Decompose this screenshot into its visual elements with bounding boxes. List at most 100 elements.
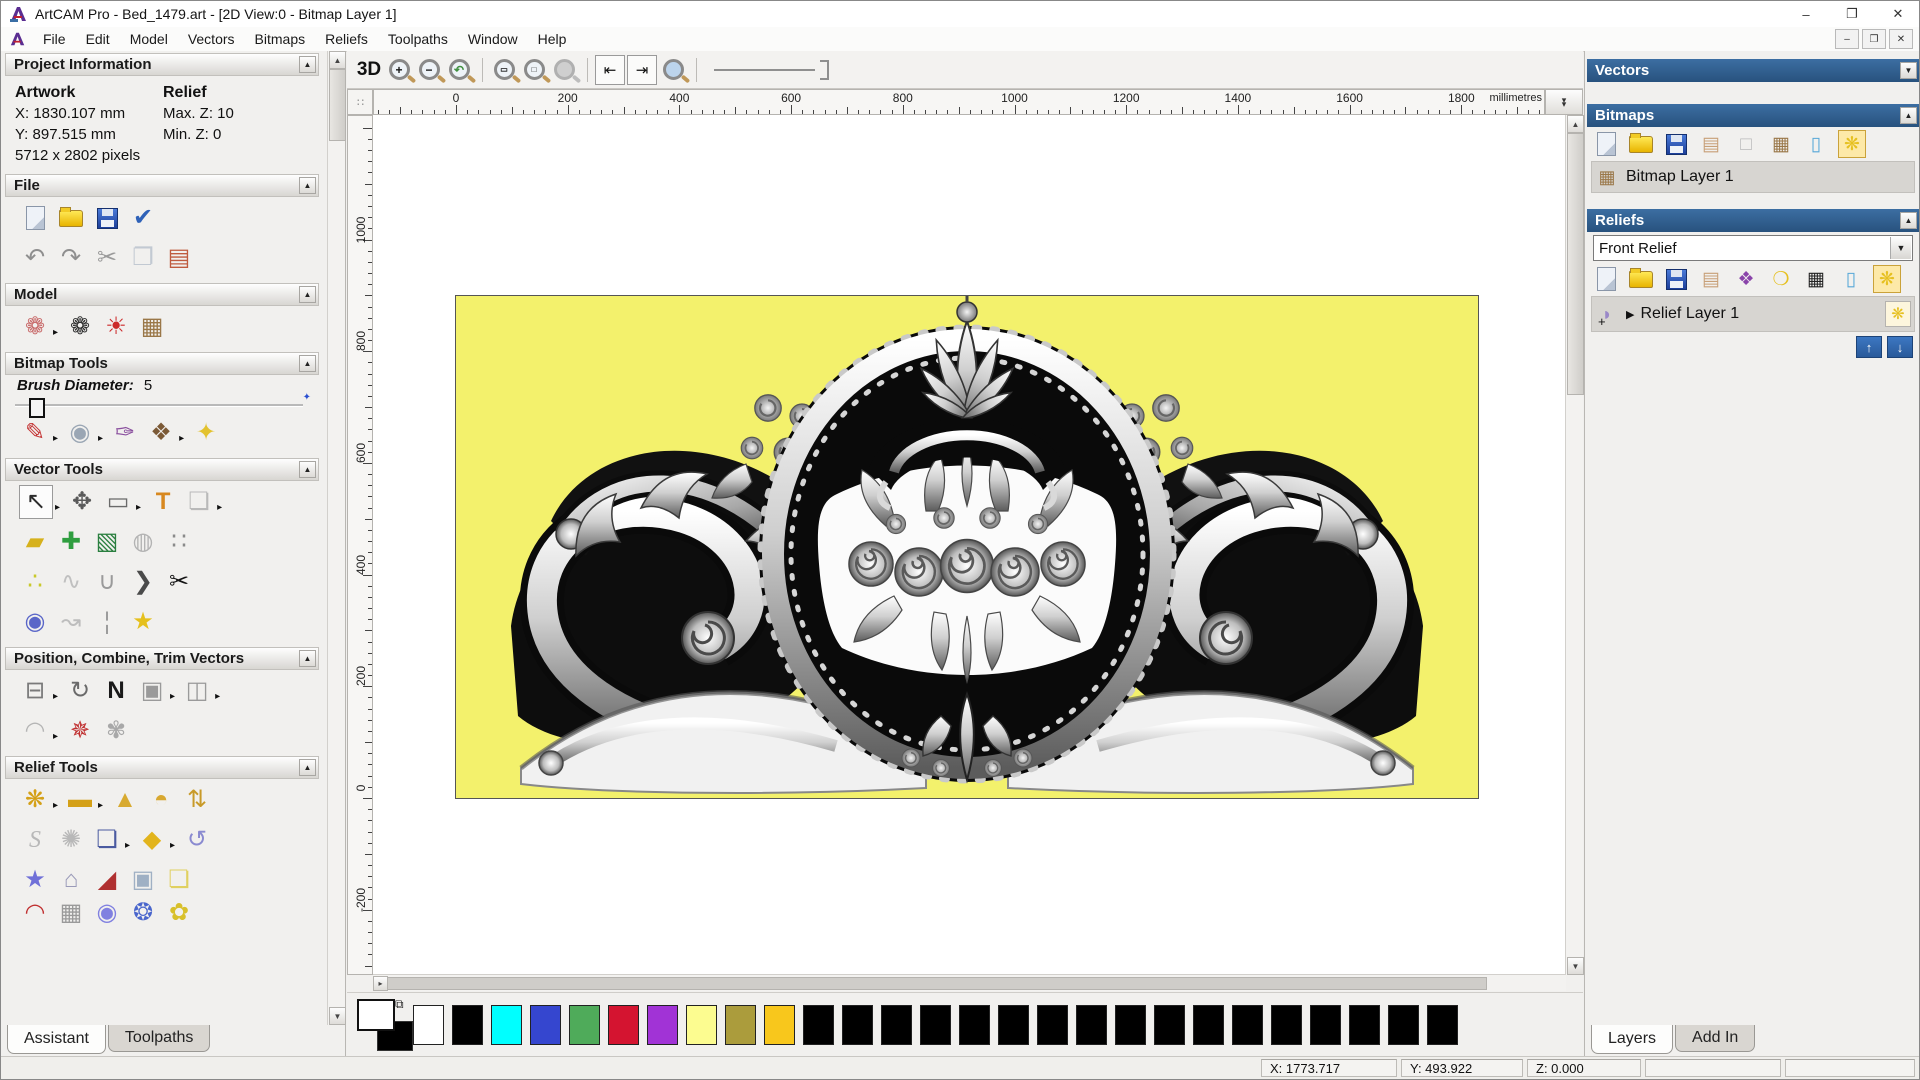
move-layer-up-icon[interactable]: ↑ <box>1856 336 1882 358</box>
copy-icon[interactable]: ❐ <box>127 242 159 274</box>
palette-swatch-2[interactable] <box>491 1005 522 1045</box>
save-model-icon[interactable] <box>91 202 123 234</box>
notes-icon[interactable]: ▤ <box>1698 131 1724 157</box>
zoom-objects-icon[interactable] <box>550 56 578 84</box>
new-model-icon[interactable] <box>19 202 51 234</box>
scroll-up-icon[interactable]: ▲ <box>1567 115 1584 133</box>
create-dome-icon[interactable]: ◉ <box>19 606 51 638</box>
snap-points-icon[interactable]: ∷ <box>163 526 195 558</box>
close-button[interactable]: ✕ <box>1875 1 1919 27</box>
collapse-ruler-button[interactable]: ▾ ▾ <box>1545 89 1583 115</box>
flyout-arrow-icon[interactable]: ▸ <box>53 731 58 742</box>
link-colours-icon[interactable]: ⧉ <box>395 997 404 1012</box>
paste-text-icon[interactable]: ▧ <box>91 526 123 558</box>
add-bridge-icon[interactable]: ⌂ <box>55 864 87 896</box>
paste-icon[interactable]: ▤ <box>163 242 195 274</box>
create-arc-icon[interactable]: ❯ <box>127 566 159 598</box>
texture-relief-icon[interactable]: ✺ <box>55 824 87 856</box>
relief-preview-icon[interactable]: ▦ <box>1803 266 1829 292</box>
expand-layer-icon[interactable]: ▶ <box>1626 308 1634 321</box>
measure-icon[interactable]: ▰ <box>19 526 51 558</box>
scroll-up-icon[interactable]: ▲ <box>329 51 346 69</box>
menu-model[interactable]: Model <box>120 29 178 49</box>
previous-view-icon[interactable]: ⇤ <box>595 54 625 85</box>
flyout-arrow-icon[interactable]: ▸ <box>170 840 175 851</box>
flyout-arrow-icon[interactable]: ▸ <box>170 691 175 702</box>
collapse-button[interactable]: ▲ <box>299 286 316 303</box>
toggle-all-visibility-icon[interactable]: ❋ <box>1838 130 1866 158</box>
palette-swatch-20[interactable] <box>1193 1005 1224 1045</box>
flyout-arrow-icon[interactable]: ▸ <box>53 691 58 702</box>
palette-swatch-1[interactable] <box>452 1005 483 1045</box>
preferences-icon[interactable]: ✔ <box>127 202 159 234</box>
offset-vectors-icon[interactable]: ❏ <box>183 486 215 518</box>
collapse-button[interactable]: ▲ <box>299 355 316 372</box>
palette-swatch-6[interactable] <box>647 1005 678 1045</box>
palette-swatch-18[interactable] <box>1115 1005 1146 1045</box>
fit-vectors-icon[interactable]: ✵ <box>64 715 96 747</box>
image-layer-icon[interactable]: ▦ <box>1768 131 1794 157</box>
preview-icon[interactable] <box>659 56 687 84</box>
open-relief-layer-icon[interactable] <box>1628 266 1654 292</box>
zoom-previous-icon[interactable]: ↶ <box>445 56 473 84</box>
text-on-curve-icon[interactable]: ↻ <box>64 675 96 707</box>
transform-vectors-icon[interactable]: ✥ <box>66 486 98 518</box>
smooth-relief-icon[interactable]: ▲ <box>109 784 141 816</box>
tab-layers[interactable]: Layers <box>1591 1025 1674 1054</box>
canvas-horizontal-scrollbar[interactable]: ▸ <box>373 974 1566 991</box>
flyout-arrow-icon[interactable]: ▸ <box>98 433 103 444</box>
create-text-icon[interactable]: T <box>147 486 179 518</box>
scroll-down-icon[interactable]: ▼ <box>329 1007 346 1025</box>
flyout-arrow-icon[interactable]: ▸ <box>215 691 220 702</box>
nesting-icon[interactable]: N <box>100 675 132 707</box>
palette-swatch-3[interactable] <box>530 1005 561 1045</box>
carve-wedge-icon[interactable]: ◢ <box>91 864 123 896</box>
open-model-icon[interactable] <box>55 202 87 234</box>
scrollbar-thumb[interactable] <box>329 69 346 141</box>
palette-swatch-12[interactable] <box>881 1005 912 1045</box>
ruler-origin-box[interactable]: ∷ <box>347 89 373 115</box>
palette-swatch-19[interactable] <box>1154 1005 1185 1045</box>
current-colours[interactable]: ⧉ <box>357 997 413 1051</box>
new-bitmap-layer-icon[interactable] <box>1593 131 1619 157</box>
menu-toolpaths[interactable]: Toolpaths <box>378 29 458 49</box>
group-vectors-icon[interactable]: ▣ <box>136 675 168 707</box>
menu-reliefs[interactable]: Reliefs <box>315 29 378 49</box>
weld-vectors-icon[interactable]: ◫ <box>181 675 213 707</box>
calculate-relief-icon[interactable]: ❋ <box>19 784 51 816</box>
vectors-header[interactable]: Vectors ▼ <box>1587 59 1919 82</box>
interlock-vectors-icon[interactable]: ✾ <box>100 715 132 747</box>
bulb-page-icon[interactable]: ❍ <box>1768 266 1794 292</box>
blank-layer-icon[interactable]: □ <box>1733 131 1759 157</box>
zoom-out-icon[interactable]: − <box>415 56 443 84</box>
canvas-vertical-scrollbar[interactable]: ▲ ▼ <box>1565 115 1584 975</box>
combo-dropdown-icon[interactable]: ▼ <box>1890 237 1911 259</box>
tab-toolpaths[interactable]: Toolpaths <box>107 1025 211 1052</box>
palette-swatch-13[interactable] <box>920 1005 951 1045</box>
toggle-3d-view-button[interactable]: 3D <box>355 56 383 84</box>
texture-sphere-icon[interactable]: ❂ <box>127 899 159 925</box>
menu-vectors[interactable]: Vectors <box>178 29 245 49</box>
relief-layer-row[interactable]: ◗ + ▶ Relief Layer 1 ❋ <box>1591 296 1915 332</box>
save-relief-layer-icon[interactable] <box>1663 266 1689 292</box>
align-vectors-icon[interactable]: ⊟ <box>19 675 51 707</box>
bitmaps-header[interactable]: Bitmaps ▲ <box>1587 104 1919 127</box>
tab-add-in[interactable]: Add In <box>1675 1025 1756 1052</box>
menu-window[interactable]: Window <box>458 29 528 49</box>
emboss-relief-icon[interactable]: ▣ <box>127 864 159 896</box>
reliefs-header[interactable]: Reliefs ▲ <box>1587 209 1919 232</box>
scroll-down-icon[interactable]: ▼ <box>1567 957 1584 975</box>
bitmap-layer-row[interactable]: ▦ Bitmap Layer 1 <box>1591 161 1915 193</box>
palette-swatch-10[interactable] <box>803 1005 834 1045</box>
menu-help[interactable]: Help <box>528 29 577 49</box>
palette-swatch-5[interactable] <box>608 1005 639 1045</box>
paint-icon[interactable]: ✎ <box>19 417 51 449</box>
cut-icon[interactable]: ✂ <box>91 242 123 274</box>
invert-relief-icon[interactable]: ◓ <box>145 784 177 816</box>
collapse-bitmaps-icon[interactable]: ▲ <box>1900 107 1917 124</box>
palette-swatch-8[interactable] <box>725 1005 756 1045</box>
curve-edit-icon[interactable]: ↝ <box>55 606 87 638</box>
mdi-restore-button[interactable]: ❐ <box>1862 29 1886 49</box>
tab-assistant[interactable]: Assistant <box>7 1025 106 1054</box>
stack-layers-icon[interactable]: ❖ <box>1733 266 1759 292</box>
